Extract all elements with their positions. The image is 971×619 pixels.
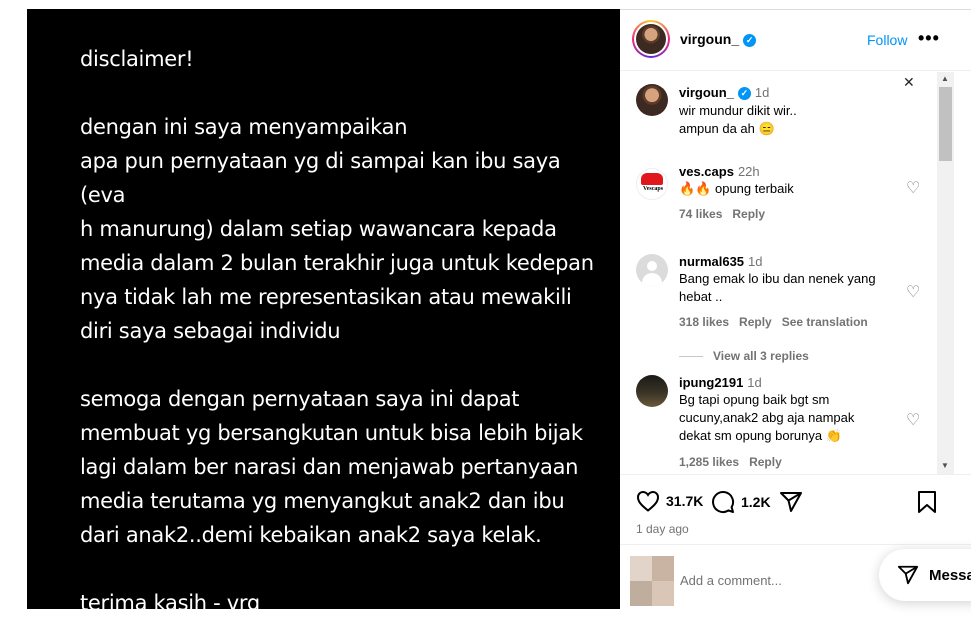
post-image-text: disclaimer! dengan ini saya menyampaikan…: [80, 47, 594, 615]
avatar: [630, 556, 674, 606]
close-icon[interactable]: ✕: [903, 74, 915, 91]
more-options-icon[interactable]: •••: [918, 28, 940, 49]
save-button[interactable]: [917, 490, 943, 514]
see-translation-button[interactable]: See translation: [782, 315, 868, 329]
post-timestamp[interactable]: 1 day ago: [636, 522, 689, 536]
avatar[interactable]: Vescaps: [636, 168, 668, 200]
comment-time: 1d: [748, 254, 763, 269]
comment-count: 1.2K: [741, 494, 771, 510]
comment-time: 22h: [737, 164, 760, 179]
reply-button[interactable]: Reply: [749, 455, 782, 469]
instagram-post-view: disclaimer! dengan ini saya menyampaikan…: [0, 0, 971, 619]
comment-username[interactable]: virgoun_: [679, 85, 734, 100]
reply-button[interactable]: Reply: [739, 315, 772, 329]
comment-text: 🔥🔥 opung terbaik: [679, 181, 794, 196]
post-image[interactable]: disclaimer! dengan ini saya menyampaikan…: [27, 9, 620, 615]
heart-icon[interactable]: ♡: [906, 410, 920, 430]
avatar[interactable]: [636, 254, 668, 286]
reply-button[interactable]: Reply: [732, 207, 765, 221]
heart-icon[interactable]: ♡: [906, 178, 920, 198]
comment-likes[interactable]: 74 likes: [679, 207, 722, 221]
messages-label: Messa: [929, 566, 971, 584]
post-side-panel: virgoun_ ✓ Follow ••• ✕ virgoun_ ✓ 1d wir m…: [620, 9, 971, 609]
scroll-up-icon[interactable]: ▲: [941, 74, 949, 83]
post-header: virgoun_ ✓ Follow •••: [620, 10, 971, 71]
comment-text: Bang emak lo ibu dan nenek yang hebat ..: [679, 271, 876, 304]
add-comment-input[interactable]: Add a comment...: [680, 573, 782, 588]
bookmark-icon: [918, 491, 936, 513]
verified-badge-icon: ✓: [737, 87, 751, 100]
comment-likes[interactable]: 1,285 likes: [679, 455, 739, 469]
share-icon: [780, 492, 802, 512]
comment-username[interactable]: ves.caps: [679, 164, 734, 179]
messages-button[interactable]: Messa: [879, 549, 971, 601]
comment-text: Bg tapi opung baik bgt sm cucuny,anak2 a…: [679, 392, 855, 443]
author-username[interactable]: virgoun_ ✓: [680, 31, 757, 47]
comment-likes[interactable]: 318 likes: [679, 315, 729, 329]
author-avatar[interactable]: [632, 20, 670, 58]
comment-button[interactable]: 1.2K: [711, 490, 771, 514]
comment-username[interactable]: nurmal635: [679, 254, 744, 269]
scrollbar-thumb[interactable]: [939, 87, 952, 161]
comment-time: 1d: [754, 85, 770, 100]
comment-username[interactable]: ipung2191: [679, 375, 743, 390]
comment-text: wir mundur dikit wir.. ampun da ah 😑: [679, 103, 797, 136]
heart-icon[interactable]: ♡: [906, 282, 920, 302]
share-button[interactable]: [779, 490, 809, 514]
post-actions: 31.7K 1.2K 1 day ago: [620, 474, 971, 544]
like-button[interactable]: 31.7K: [636, 490, 703, 512]
avatar[interactable]: [636, 375, 668, 407]
verified-badge-icon: ✓: [743, 34, 757, 47]
view-replies-button[interactable]: View all 3 replies: [679, 349, 809, 363]
comments-scrollbar[interactable]: ▲ ▼: [937, 72, 954, 474]
comment-icon: [712, 491, 735, 513]
follow-button[interactable]: Follow: [867, 32, 907, 48]
like-count: 31.7K: [666, 493, 704, 509]
comments-list[interactable]: ✕ virgoun_ ✓ 1d wir mundur dikit wir.. amp…: [620, 72, 971, 474]
scroll-down-icon[interactable]: ▼: [941, 461, 949, 470]
comment-time: 1d: [747, 375, 762, 390]
avatar[interactable]: [636, 84, 668, 116]
messages-icon: [897, 565, 919, 585]
heart-icon: [636, 490, 660, 512]
